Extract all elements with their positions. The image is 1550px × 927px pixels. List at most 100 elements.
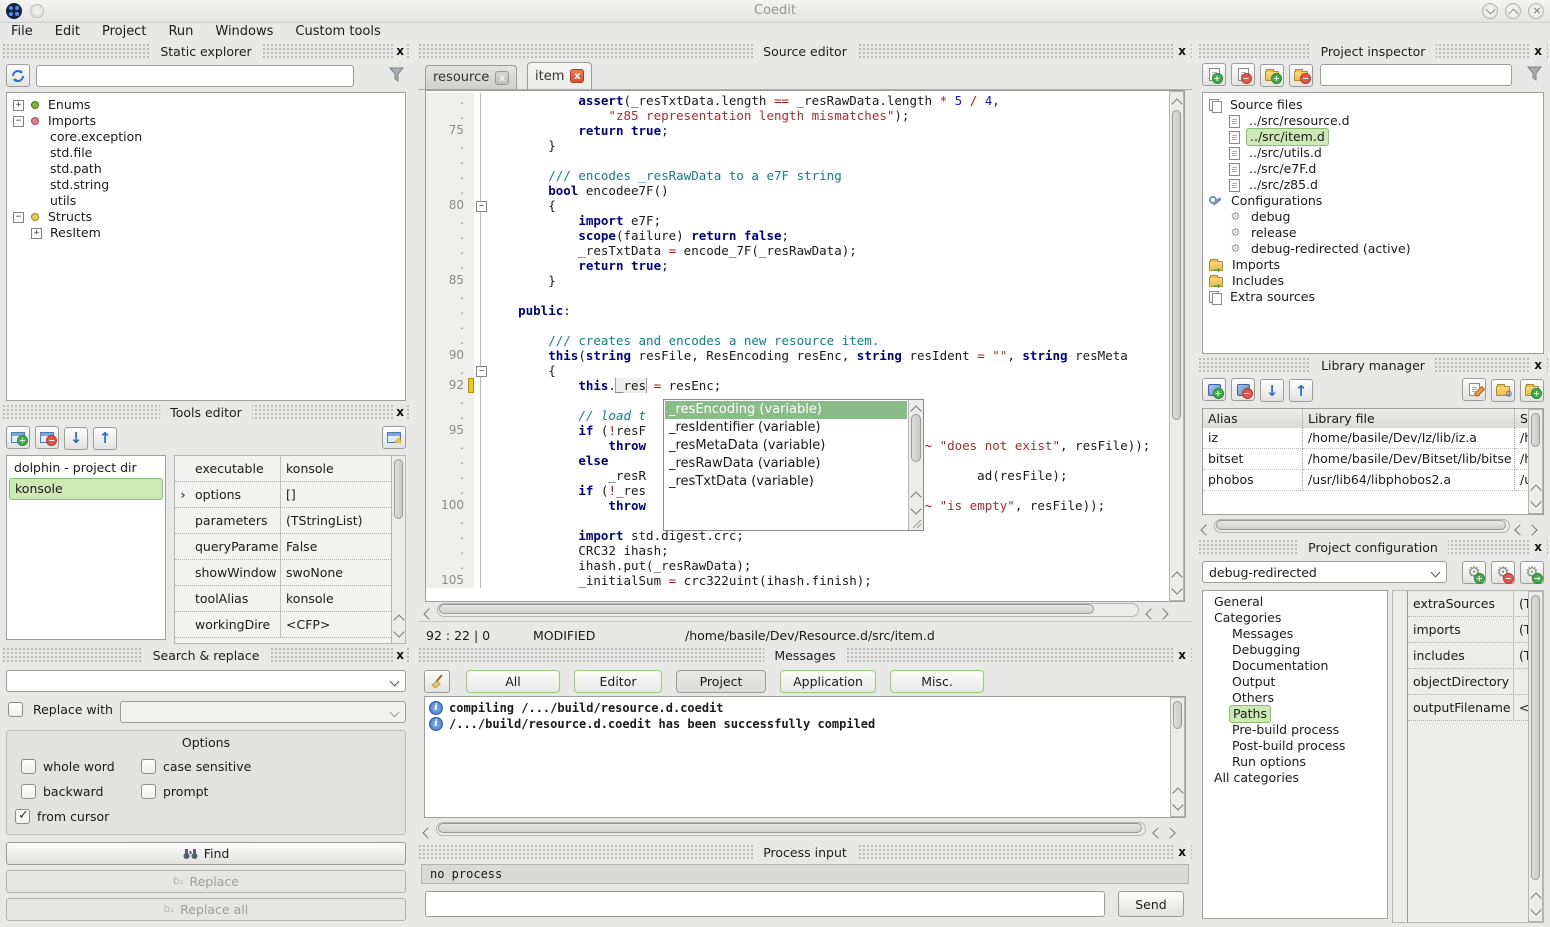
close-panel-icon[interactable]: x xyxy=(1175,648,1189,663)
close-panel-icon[interactable]: x xyxy=(1531,44,1545,59)
config-property-row[interactable]: objectDirectory xyxy=(1408,669,1528,695)
property-value[interactable]: (TStringList) xyxy=(281,508,405,533)
code-text[interactable]: this(string resFile, ResEncoding resEnc,… xyxy=(488,348,1184,363)
add-tool-button[interactable]: + xyxy=(6,426,30,449)
search-term-combobox[interactable] xyxy=(6,670,406,692)
close-panel-icon[interactable]: x xyxy=(1175,845,1189,860)
completion-item[interactable]: _resEncoding (variable) xyxy=(665,401,907,419)
checkbox-backward[interactable] xyxy=(21,784,36,799)
config-property-row[interactable]: imports(T xyxy=(1408,617,1528,643)
config-category-item[interactable]: Messages xyxy=(1203,626,1387,642)
tool-property-row[interactable]: workingDire<CFP> xyxy=(175,612,405,638)
project-tree-item[interactable]: debug xyxy=(1203,209,1543,225)
property-value[interactable] xyxy=(1514,669,1528,694)
expander-icon[interactable]: − xyxy=(13,212,24,223)
tool-property-row[interactable]: queryParameFalse xyxy=(175,534,405,560)
config-category-item[interactable]: Paths xyxy=(1203,706,1387,722)
config-property-row[interactable]: outputFilename<( xyxy=(1408,695,1528,721)
project-tree-item[interactable]: Source files xyxy=(1203,97,1543,113)
library-row[interactable]: iz/home/basile/Dev/Iz/lib/iz.a/ho xyxy=(1203,428,1543,449)
move-tool-up-button[interactable] xyxy=(93,427,117,450)
remove-source-button[interactable]: − xyxy=(1231,63,1255,86)
completion-item[interactable]: _resIdentifier (variable) xyxy=(665,419,907,437)
close-panel-icon[interactable]: x xyxy=(1175,44,1189,59)
tool-list-item[interactable]: dolphin - project dir xyxy=(9,458,163,478)
refresh-button[interactable] xyxy=(6,64,30,87)
property-value[interactable]: False xyxy=(281,534,405,559)
code-text[interactable]: /// encodes _resRawData to a e7F string xyxy=(488,168,1184,183)
property-value[interactable]: [] xyxy=(281,482,405,507)
expander-icon[interactable]: − xyxy=(13,116,24,127)
menu-item-edit[interactable]: Edit xyxy=(44,22,91,42)
code-text[interactable]: return true; xyxy=(488,258,1184,273)
config-category-item[interactable]: Output xyxy=(1203,674,1387,690)
maximize-button[interactable] xyxy=(1505,3,1521,19)
project-tree-item[interactable]: ../src/utils.d xyxy=(1203,145,1543,161)
message-line[interactable]: i/.../build/resource.d.coedit has been s… xyxy=(429,716,1185,732)
code-text[interactable]: } xyxy=(488,273,1184,288)
config-category-item[interactable]: Pre-build process xyxy=(1203,722,1387,738)
messages-filter-misc[interactable]: Misc. xyxy=(890,670,984,693)
project-tree-item[interactable]: ../src/item.d xyxy=(1203,129,1543,145)
replace-button[interactable]: b₂ Replace xyxy=(6,870,406,893)
completion-item[interactable]: _resMetaData (variable) xyxy=(665,437,907,455)
project-tree-item[interactable]: debug-redirected (active) xyxy=(1203,241,1543,257)
code-text[interactable]: public: xyxy=(488,303,1184,318)
code-text[interactable]: return true; xyxy=(488,123,1184,138)
library-column-header[interactable]: S xyxy=(1515,409,1529,428)
checkbox-whole-word[interactable] xyxy=(21,759,36,774)
tool-property-row[interactable]: showWindowswoNone xyxy=(175,560,405,586)
message-line[interactable]: icompiling /.../build/resource.d.coedit xyxy=(429,700,1185,716)
property-value[interactable]: <( xyxy=(1514,695,1528,720)
send-button[interactable]: Send xyxy=(1118,891,1184,917)
add-folder-button[interactable]: + xyxy=(1260,64,1284,87)
code-text[interactable]: this._res = resEnc; xyxy=(488,378,1184,393)
close-panel-icon[interactable]: x xyxy=(393,405,407,420)
filter-icon[interactable] xyxy=(389,67,406,86)
filter-icon[interactable] xyxy=(1527,66,1544,85)
replace-all-button[interactable]: b₂ Replace all xyxy=(6,898,406,921)
completion-scrollbar[interactable] xyxy=(908,400,923,530)
remove-folder-button[interactable]: − xyxy=(1289,64,1313,87)
remove-library-button[interactable]: − xyxy=(1231,378,1255,401)
messages-filter-application[interactable]: Application xyxy=(780,670,876,693)
code-text[interactable] xyxy=(488,318,1184,333)
project-tree-item[interactable]: release xyxy=(1203,225,1543,241)
inspector-filter-input[interactable] xyxy=(1320,64,1512,86)
tool-property-row[interactable]: toolAliaskonsole xyxy=(175,586,405,612)
property-value[interactable]: <CFP> xyxy=(281,612,405,637)
configuration-combobox[interactable]: debug-redirected xyxy=(1202,561,1447,583)
messages-hscrollbar[interactable] xyxy=(424,822,1186,837)
project-tree-item[interactable]: →Imports xyxy=(1203,257,1543,273)
clone-config-button[interactable]: → xyxy=(1520,561,1544,584)
add-config-button[interactable]: + xyxy=(1462,561,1486,584)
completion-item[interactable]: _resRawData (variable) xyxy=(665,455,907,473)
expander-icon[interactable]: + xyxy=(13,100,24,111)
code-text[interactable] xyxy=(488,153,1184,168)
replace-with-checkbox[interactable] xyxy=(8,702,23,717)
checkbox-case-sensitive[interactable] xyxy=(141,759,156,774)
process-input-field[interactable] xyxy=(425,891,1105,917)
config-category-item[interactable]: General xyxy=(1203,594,1387,610)
project-tree-item[interactable]: ../src/e7F.d xyxy=(1203,161,1543,177)
property-value[interactable]: (T xyxy=(1514,591,1528,616)
code-text[interactable]: _initialSum = crc322uint(ihash.finish); xyxy=(488,573,1184,588)
fold-gutter[interactable]: − xyxy=(474,363,488,378)
search-option[interactable]: prompt xyxy=(141,783,208,799)
static-tree-item[interactable]: +Enums xyxy=(7,97,405,113)
config-category-item[interactable]: Categories xyxy=(1203,610,1387,626)
code-text[interactable]: assert(_resTxtData.length == _resRawData… xyxy=(488,93,1184,108)
library-table-header[interactable]: AliasLibrary fileS xyxy=(1203,409,1543,428)
completion-item[interactable]: _resTxtData (variable) xyxy=(665,473,907,491)
menu-item-run[interactable]: Run xyxy=(157,22,204,42)
property-value[interactable]: swoNone xyxy=(281,560,405,585)
code-text[interactable]: { xyxy=(488,363,1184,378)
search-option[interactable]: from cursor xyxy=(15,808,109,824)
tab-resource[interactable]: resourcex xyxy=(425,65,517,89)
property-value[interactable]: (T xyxy=(1514,617,1528,642)
code-text[interactable]: { xyxy=(488,198,1184,213)
close-panel-icon[interactable]: x xyxy=(393,44,407,59)
menu-item-file[interactable]: File xyxy=(0,22,44,42)
expander-icon[interactable]: + xyxy=(31,228,42,239)
static-tree-item[interactable]: +ResItem xyxy=(7,225,405,241)
